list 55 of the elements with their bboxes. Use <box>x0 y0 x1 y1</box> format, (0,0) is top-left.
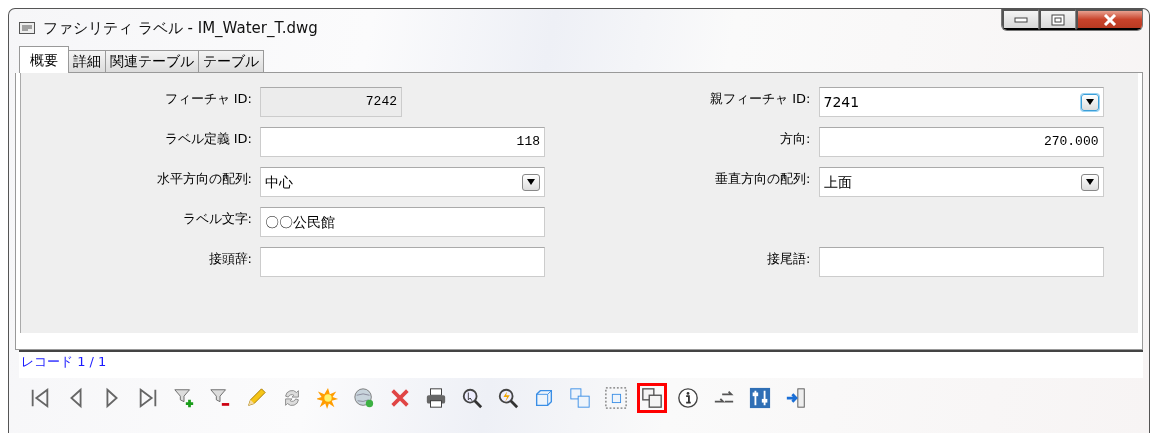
pencil-icon <box>245 387 267 409</box>
cubes-icon <box>569 387 591 409</box>
caret-icon <box>1085 179 1094 185</box>
minimize-icon <box>1014 16 1028 23</box>
caret-icon <box>527 179 535 185</box>
toolbar-button[interactable] <box>637 383 667 413</box>
window-title: ファシリティ ラベル - IM_Water_T.dwg <box>43 17 318 39</box>
tab[interactable]: 関連テーブル <box>105 50 199 72</box>
first-record-icon <box>29 387 51 409</box>
dropdown[interactable]: 上面 <box>818 167 1104 197</box>
tab[interactable]: 詳細 <box>68 50 106 72</box>
close-icon <box>1103 13 1117 26</box>
print-icon <box>425 387 447 409</box>
burst-icon <box>317 387 339 409</box>
input-field[interactable] <box>260 247 545 277</box>
number-field[interactable]: 118 <box>260 127 545 157</box>
input-field[interactable] <box>818 247 1104 277</box>
globe-icon <box>353 387 375 409</box>
filter-add-icon <box>173 387 195 409</box>
number-field[interactable]: 270.000 <box>818 127 1104 157</box>
dropdown-button[interactable] <box>1080 93 1099 111</box>
field-label: 方向: <box>779 130 812 148</box>
field-label: 水平方向の配列: <box>155 170 253 188</box>
field-label: 親フィーチャ ID: <box>709 90 812 108</box>
window-icon <box>19 22 35 34</box>
dropdown[interactable]: 7241 <box>818 87 1104 117</box>
exit-icon <box>785 387 807 409</box>
zoom-icon <box>461 387 483 409</box>
field-label: フィーチャ ID: <box>163 90 253 108</box>
dropdown[interactable]: 中心 <box>260 167 545 197</box>
minimize-button[interactable] <box>1002 9 1039 30</box>
record-status: レコード 1 / 1 <box>21 354 107 369</box>
info-icon <box>677 387 699 409</box>
field-label: 垂直方向の配列: <box>714 170 812 188</box>
tab[interactable]: 概要 <box>19 46 69 73</box>
tab[interactable]: テーブル <box>198 50 264 72</box>
input-field[interactable]: 〇〇公民館 <box>260 207 545 237</box>
delete-icon <box>389 387 411 409</box>
stacked-squares-icon <box>641 387 663 409</box>
field-label: 接頭辞: <box>207 250 253 268</box>
sliders-icon <box>749 387 771 409</box>
filter-remove-icon <box>209 387 231 409</box>
zoom-icon <box>497 387 519 409</box>
close-button[interactable] <box>1076 9 1142 30</box>
dropdown-button[interactable] <box>1080 173 1099 191</box>
last-record-icon <box>137 387 159 409</box>
field-label: ラベル文字: <box>181 210 253 228</box>
maximize-icon <box>1051 13 1065 26</box>
selection-icon <box>605 387 627 409</box>
cube-icon <box>533 387 555 409</box>
caret-icon <box>1085 99 1094 105</box>
dropdown-button[interactable] <box>522 173 540 191</box>
maximize-button[interactable] <box>1039 9 1076 30</box>
field-label: ラベル定義 ID: <box>163 130 253 148</box>
field-label: 接尾語: <box>766 250 812 268</box>
